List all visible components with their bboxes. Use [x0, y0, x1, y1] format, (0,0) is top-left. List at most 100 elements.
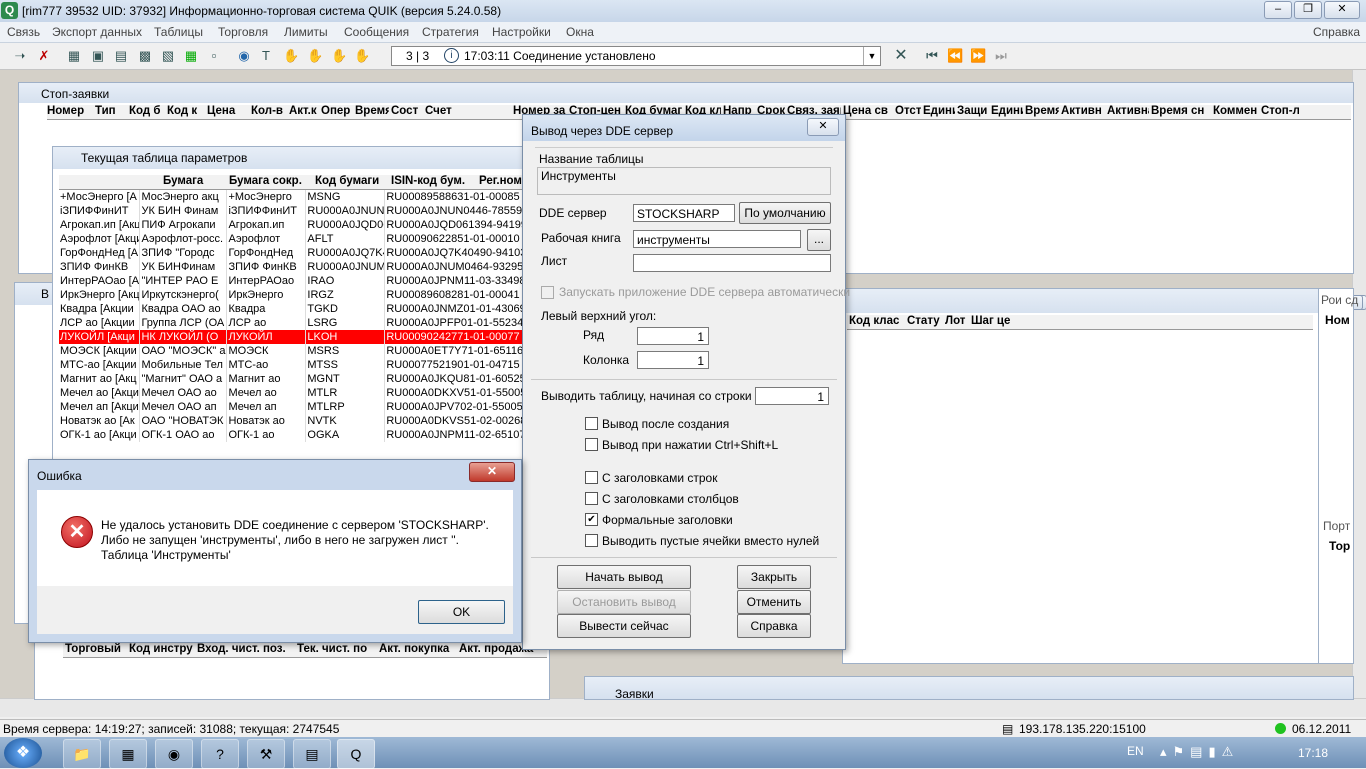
stop-col-header[interactable]: Номер: [47, 105, 93, 117]
hand3-icon[interactable]: ✋: [331, 48, 347, 64]
stop-col-header[interactable]: Время сн: [1151, 105, 1211, 117]
dde-help-button[interactable]: Справка: [737, 614, 811, 638]
chart-icon[interactable]: ▩: [137, 48, 153, 64]
stop-output-button[interactable]: Остановить вывод: [557, 590, 691, 614]
stop-col-header[interactable]: Едини: [923, 105, 955, 117]
stop-col-header[interactable]: Стоп-ли: [1261, 105, 1299, 117]
hand4-icon[interactable]: ✋: [354, 48, 370, 64]
col-tek[interactable]: Тек. чист. по: [297, 643, 367, 655]
stop-col-header[interactable]: Код б: [129, 105, 165, 117]
col-torgovy[interactable]: Торговый: [65, 643, 121, 655]
table-icon[interactable]: ▦: [66, 48, 82, 64]
dde-server-input[interactable]: STOCKSHARP: [633, 204, 735, 222]
stop-col-header[interactable]: Активна: [1107, 105, 1149, 117]
horizontal-scrollbar[interactable]: [0, 698, 1366, 717]
table-row[interactable]: ИнтерРАОао [А "ИНТЕР РАО Е ИнтерРАОао IRAO R…: [59, 274, 525, 288]
empty-cells-checkbox[interactable]: [585, 534, 598, 547]
app-taskbar-icon[interactable]: ▦: [109, 739, 147, 769]
sheet-input[interactable]: [633, 254, 831, 272]
col-akt-pokupka[interactable]: Акт. покупка: [379, 643, 449, 655]
green-table-icon[interactable]: ▦: [183, 48, 199, 64]
col-regnom[interactable]: Рег.ном: [479, 175, 522, 187]
row-input[interactable]: 1: [637, 327, 709, 345]
disconnect-icon[interactable]: ✗: [36, 48, 52, 64]
stop-col-header[interactable]: Время: [1025, 105, 1059, 117]
col-lot[interactable]: Лот: [945, 315, 965, 327]
col-kod[interactable]: Код бумаги: [315, 175, 379, 187]
table-row[interactable]: Новатэк ао [Ак ОАО "НОВАТЭК Новатэк ао NVTK…: [59, 414, 525, 428]
stop-col-header[interactable]: Сост: [391, 105, 423, 117]
stop-col-header[interactable]: Счет: [425, 105, 511, 117]
table-row[interactable]: МТС-ао [Акции Мобильные Тел МТС-ао MTSS RU00…: [59, 358, 525, 372]
excel-taskbar-icon[interactable]: ▤: [293, 739, 331, 769]
maximize-button[interactable]: ❐: [1294, 1, 1322, 19]
table-row[interactable]: ЛСР ао [Акции Группа ЛСР (ОА ЛСР ао LSRG RU0…: [59, 316, 525, 330]
start-row-input[interactable]: 1: [755, 387, 829, 405]
col-isin[interactable]: ISIN-код бум.: [391, 175, 465, 187]
col-status[interactable]: Стату: [907, 315, 940, 327]
menu-settings[interactable]: Настройки: [492, 25, 551, 39]
menu-tables[interactable]: Таблицы: [154, 25, 203, 39]
quik-taskbar-icon[interactable]: Q: [337, 739, 375, 769]
table-row[interactable]: iЗПИФФинИТ УК БИН Финам iЗПИФФинИТ RU000A0J…: [59, 204, 525, 218]
browse-button[interactable]: ...: [807, 229, 831, 251]
stop-col-header[interactable]: Коммен: [1213, 105, 1259, 117]
start-output-button[interactable]: Начать вывод: [557, 565, 691, 589]
table-row[interactable]: Квадра [Акции Квадра ОАО ао Квадра TGKD RU00…: [59, 302, 525, 316]
table-row[interactable]: ИркЭнерго [Акц Иркутскэнерго(ИркЭнерго IRG…: [59, 288, 525, 302]
close-button[interactable]: ✕: [1324, 1, 1360, 19]
dde-close-button[interactable]: ✕: [807, 118, 839, 136]
stop-col-header[interactable]: Цена: [207, 105, 249, 117]
dde-cancel-button[interactable]: Отменить: [737, 590, 811, 614]
stop-col-header[interactable]: Цена св: [843, 105, 893, 117]
table-row[interactable]: Аэрофлот [Акци Аэрофлот-росс. Аэрофлот AFLT…: [59, 232, 525, 246]
hotkey-checkbox[interactable]: [585, 438, 598, 451]
table-name-field[interactable]: Инструменты: [537, 167, 831, 195]
hand2-icon[interactable]: ✋: [307, 48, 323, 64]
search-table-icon[interactable]: ▧: [160, 48, 176, 64]
text-icon[interactable]: T: [258, 48, 274, 64]
menu-svyaz[interactable]: Связь: [7, 25, 40, 39]
table-row[interactable]: МОЭСК [Акции ОАО "МОЭСК" а МОЭСК MSRS RU000A…: [59, 344, 525, 358]
explorer-taskbar-icon[interactable]: 📁: [63, 739, 101, 769]
stop-col-header[interactable]: Время: [355, 105, 389, 117]
menu-messages[interactable]: Сообщения: [344, 25, 409, 39]
table-row[interactable]: ЗПИФ ФинКВ УК БИНФинам ЗПИФ ФинКВ RU000A0JN…: [59, 260, 525, 274]
table-row[interactable]: Мечел ао [Акци Мечел ОАО ао Мечел ао MTLR RU…: [59, 386, 525, 400]
menu-limits[interactable]: Лимиты: [284, 25, 328, 39]
help-taskbar-icon[interactable]: ?: [201, 739, 239, 769]
menu-help[interactable]: Справка: [1313, 25, 1360, 39]
row-headers-checkbox[interactable]: [585, 471, 598, 484]
default-button[interactable]: По умолчанию: [739, 202, 831, 224]
clear-icon[interactable]: ✕: [893, 48, 909, 64]
workbook-input[interactable]: инструменты: [633, 230, 801, 248]
menu-strategy[interactable]: Стратегия: [422, 25, 479, 39]
window-icon[interactable]: ▣: [90, 48, 106, 64]
col-kod-instr[interactable]: Код инстру: [129, 643, 193, 655]
col-headers-checkbox[interactable]: [585, 492, 598, 505]
start-button[interactable]: ❖: [4, 738, 42, 768]
stop-col-header[interactable]: Кол-в: [251, 105, 287, 117]
tray-icons[interactable]: ▴⚑▤▮⚠: [1160, 744, 1239, 760]
col-vhod[interactable]: Вход. чист. поз.: [197, 643, 286, 655]
autostart-checkbox[interactable]: [541, 286, 554, 299]
language-indicator[interactable]: EN: [1127, 744, 1144, 758]
table-row[interactable]: ГорФондНед [А ЗПИФ "Городс ГорФондНед RU000…: [59, 246, 525, 260]
stop-col-header[interactable]: Код к: [167, 105, 205, 117]
stop-col-header[interactable]: Тип: [95, 105, 127, 117]
stop-col-header[interactable]: Отст: [895, 105, 921, 117]
tools-taskbar-icon[interactable]: ⚒: [247, 739, 285, 769]
vertical-scrollbar[interactable]: [1352, 70, 1366, 698]
menu-windows[interactable]: Окна: [566, 25, 594, 39]
list-icon[interactable]: ▤: [113, 48, 129, 64]
last-icon[interactable]: ⏭: [993, 48, 1009, 64]
stop-col-header[interactable]: Едини: [991, 105, 1023, 117]
col-bumaga-sokr[interactable]: Бумага сокр.: [229, 175, 302, 187]
table-row[interactable]: ОГК-1 ао [Акци ОГК-1 ОАО ао ОГК-1 ао OGKA RU…: [59, 428, 525, 442]
after-create-checkbox[interactable]: [585, 417, 598, 430]
hand-icon[interactable]: ✋: [283, 48, 299, 64]
error-close-button[interactable]: ✕: [469, 462, 515, 482]
connect-icon[interactable]: ➝: [12, 48, 28, 64]
stop-col-header[interactable]: Активн: [1061, 105, 1105, 117]
col-shag[interactable]: Шаг це: [971, 315, 1010, 327]
